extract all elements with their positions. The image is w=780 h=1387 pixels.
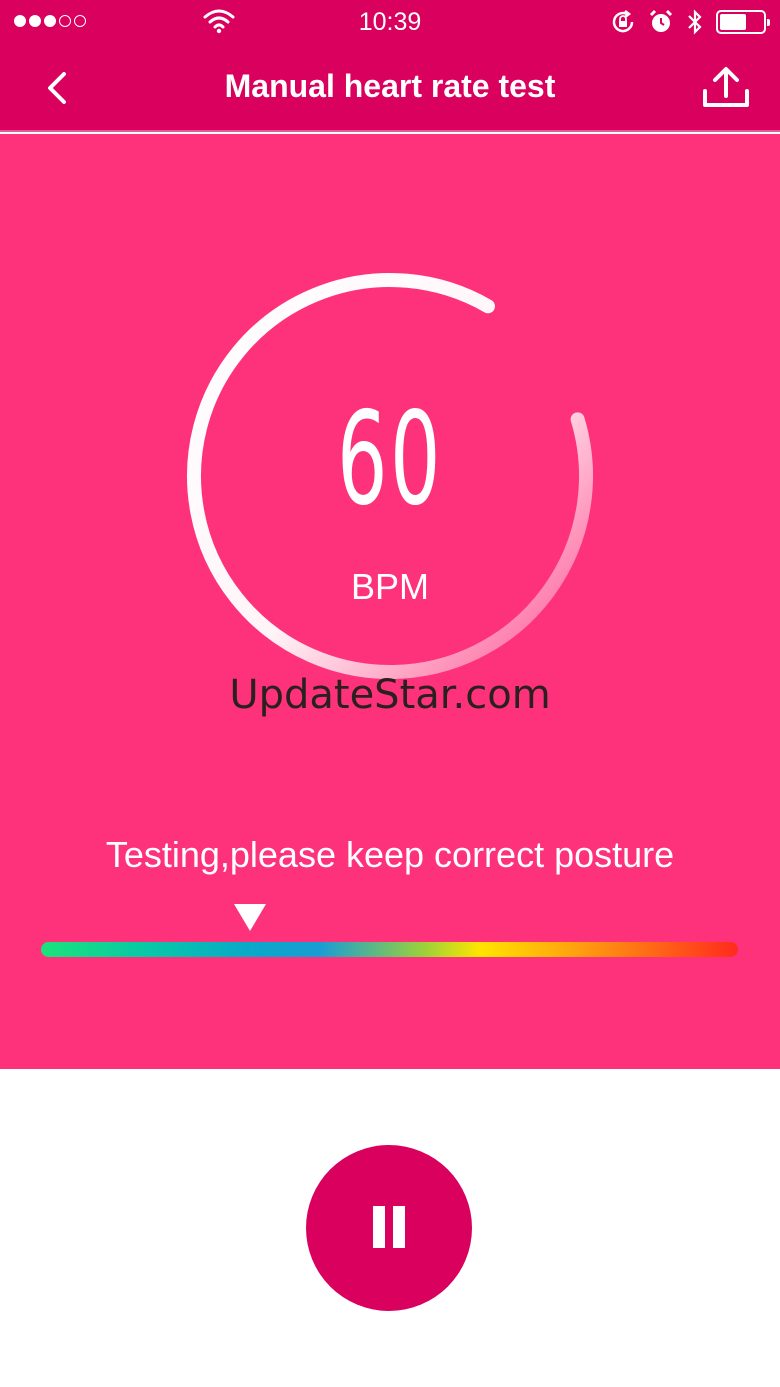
bluetooth-icon bbox=[688, 9, 702, 35]
status-bar: 10:39 bbox=[0, 0, 780, 44]
heart-rate-value: 60 bbox=[337, 385, 443, 534]
status-message: Testing,please keep correct posture bbox=[105, 834, 675, 875]
pause-button[interactable] bbox=[306, 1145, 472, 1311]
header-bar: Manual heart rate test bbox=[0, 44, 780, 132]
measurement-panel: 60 BPM UpdateStar.com Testing,please kee… bbox=[0, 134, 780, 1069]
upload-icon[interactable] bbox=[700, 64, 752, 112]
heart-rate-scale bbox=[41, 942, 738, 957]
heart-rate-unit: BPM bbox=[350, 566, 429, 607]
alarm-icon bbox=[649, 9, 673, 32]
rotation-lock-icon bbox=[612, 10, 634, 33]
watermark: UpdateStar.com bbox=[229, 672, 551, 718]
battery-icon bbox=[716, 10, 770, 34]
control-area bbox=[0, 1069, 780, 1387]
pause-icon bbox=[373, 1206, 385, 1248]
page-title: Manual heart rate test bbox=[224, 68, 556, 104]
scale-indicator bbox=[234, 904, 267, 931]
